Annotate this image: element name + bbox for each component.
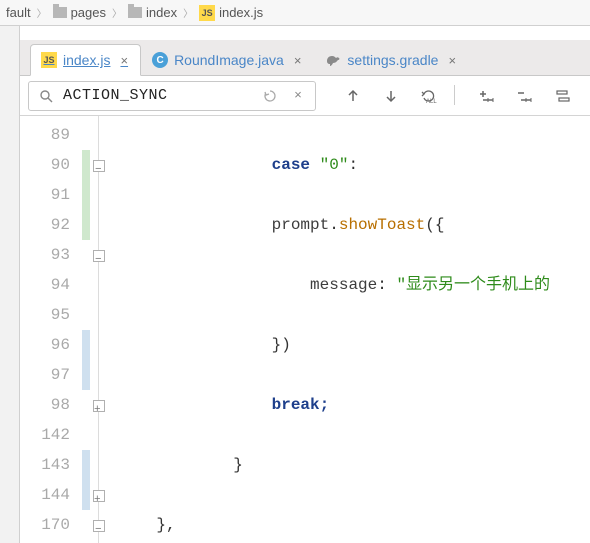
string: "显示另一个手机上的 <box>396 276 550 294</box>
add-selection-icon[interactable] <box>474 85 500 107</box>
breadcrumb-label: index <box>146 5 177 20</box>
breadcrumb-item[interactable]: pages <box>51 5 108 20</box>
punct: ({ <box>425 216 444 234</box>
tab-roundimage-java[interactable]: C RoundImage.java × <box>141 44 314 75</box>
tab-index-js[interactable]: JS index.js × <box>30 44 141 76</box>
folder-icon <box>128 7 142 18</box>
line-number: 143 <box>24 450 70 480</box>
fold-expand-icon[interactable] <box>90 390 110 420</box>
code-editor[interactable]: 89 90 91 92 93 94 95 96 97 98 142 143 14… <box>20 116 590 543</box>
line-number: 93 <box>24 240 70 270</box>
select-all-icon[interactable]: ALL <box>416 85 442 107</box>
line-number: 96 <box>24 330 70 360</box>
chevron-right-icon: 〉 <box>181 5 195 20</box>
breadcrumb-item[interactable]: index <box>126 5 179 20</box>
code-content[interactable]: case "0": prompt.showToast({ message: "显… <box>110 116 590 543</box>
clear-icon[interactable]: × <box>287 85 309 107</box>
svg-text:ALL: ALL <box>426 99 437 104</box>
string: "0" <box>320 156 349 174</box>
line-number: 95 <box>24 300 70 330</box>
find-actions: ALL <box>340 85 576 107</box>
history-icon[interactable] <box>259 85 281 107</box>
search-icon[interactable] <box>35 85 57 107</box>
fold-collapse-icon[interactable] <box>90 510 110 540</box>
fold-collapse-icon[interactable] <box>90 240 110 270</box>
keyword: break; <box>272 396 330 414</box>
select-all-occurrences-icon[interactable] <box>550 85 576 107</box>
next-match-icon[interactable] <box>378 85 404 107</box>
line-number: 89 <box>24 120 70 150</box>
tab-label: settings.gradle <box>347 52 438 68</box>
close-icon[interactable]: × <box>120 53 128 68</box>
punct: } <box>233 456 243 474</box>
line-number: 97 <box>24 360 70 390</box>
breadcrumb-label: index.js <box>219 5 263 20</box>
line-number: 91 <box>24 180 70 210</box>
vcs-gutter <box>82 116 90 543</box>
folding-gutter[interactable] <box>90 116 110 543</box>
prev-match-icon[interactable] <box>340 85 366 107</box>
folder-icon <box>53 7 67 18</box>
punct: . <box>329 216 339 234</box>
fold-collapse-icon[interactable] <box>90 150 110 180</box>
breadcrumb-item[interactable]: fault <box>4 5 33 20</box>
gradle-file-icon <box>325 52 341 68</box>
fold-expand-icon[interactable] <box>90 480 110 510</box>
line-number: 94 <box>24 270 70 300</box>
line-number: 144 <box>24 480 70 510</box>
remove-selection-icon[interactable] <box>512 85 538 107</box>
breadcrumb-label: pages <box>71 5 106 20</box>
line-number: 170 <box>24 510 70 540</box>
chevron-right-icon: 〉 <box>35 5 49 20</box>
line-number-gutter[interactable]: 89 90 91 92 93 94 95 96 97 98 142 143 14… <box>20 116 82 543</box>
punct: : <box>377 276 396 294</box>
close-icon[interactable]: × <box>448 53 456 68</box>
line-number: 92 <box>24 210 70 240</box>
find-input-container: × <box>28 81 316 111</box>
function-call: showToast <box>339 216 425 234</box>
tab-label: RoundImage.java <box>174 52 284 68</box>
tool-window-stripe[interactable] <box>0 26 20 543</box>
line-number: 90 <box>24 150 70 180</box>
tab-label: index.js <box>63 52 110 68</box>
tab-settings-gradle[interactable]: settings.gradle × <box>314 44 469 75</box>
breadcrumb: fault 〉 pages 〉 index 〉 JS index.js <box>0 0 590 26</box>
js-file-icon: JS <box>41 52 57 68</box>
property: message <box>310 276 377 294</box>
line-number: 98 <box>24 390 70 420</box>
breadcrumb-item[interactable]: JS index.js <box>197 5 265 21</box>
breadcrumb-label: fault <box>6 5 31 20</box>
punct: }, <box>156 516 175 534</box>
class-file-icon: C <box>152 52 168 68</box>
keyword: case <box>272 156 310 174</box>
separator <box>454 85 462 105</box>
editor-tabs: JS index.js × C RoundImage.java × settin… <box>20 40 590 76</box>
close-icon[interactable]: × <box>294 53 302 68</box>
identifier: prompt <box>272 216 330 234</box>
chevron-right-icon: 〉 <box>110 5 124 20</box>
punct: : <box>348 156 358 174</box>
find-input[interactable] <box>63 87 253 104</box>
find-toolbar: × ALL <box>20 76 590 116</box>
js-file-icon: JS <box>199 5 215 21</box>
line-number: 142 <box>24 420 70 450</box>
punct: }) <box>272 336 291 354</box>
